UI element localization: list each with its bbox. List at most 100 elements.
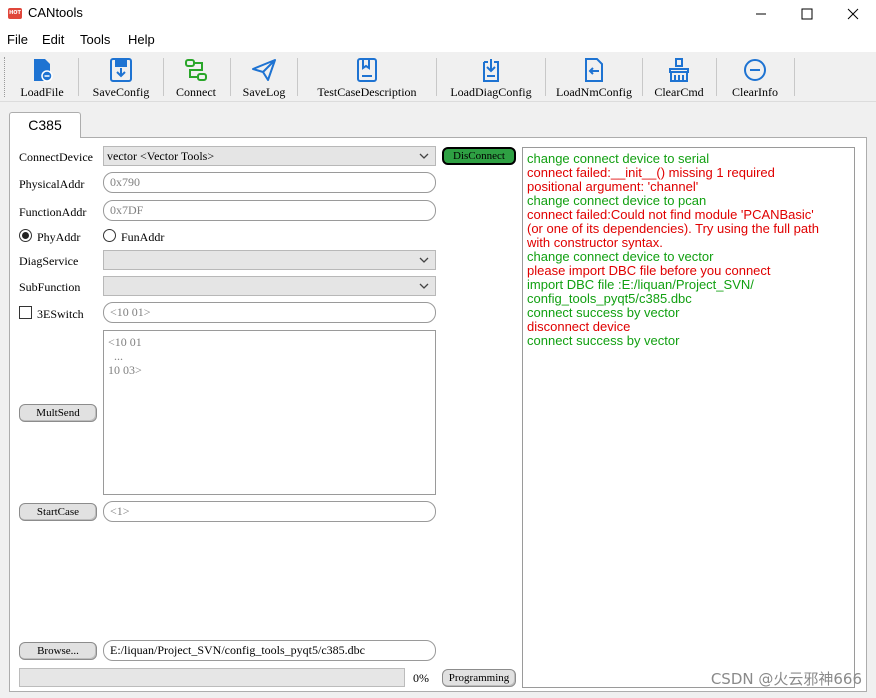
switch-3e-input[interactable]: <10 01>: [103, 302, 436, 323]
toolbar-separator: [642, 58, 643, 96]
switch-3e-label: 3ESwitch: [37, 307, 84, 321]
connect-label: Connect: [176, 85, 216, 99]
fun-addr-label: FunAddr: [121, 230, 165, 244]
start-case-button[interactable]: StartCase: [19, 503, 97, 521]
clear-info-button[interactable]: ClearInfo: [722, 54, 788, 100]
test-case-description-label: TestCaseDescription: [317, 85, 417, 99]
close-button[interactable]: [830, 0, 876, 28]
log-line: connect success by vector: [527, 333, 680, 348]
minimize-button[interactable]: [738, 0, 784, 28]
log-line: change connect device to serial: [527, 151, 710, 166]
title-bar: HOT CANtools: [0, 0, 876, 28]
tab-c385[interactable]: C385: [9, 112, 81, 138]
connect-button[interactable]: Connect: [170, 54, 222, 100]
save-config-label: SaveConfig: [92, 85, 150, 99]
function-addr-label: FunctionAddr: [19, 205, 87, 219]
load-nm-config-label: LoadNmConfig: [556, 85, 632, 99]
log-line: config_tools_pyqt5/c385.dbc: [527, 291, 692, 306]
connect-device-select[interactable]: vector <Vector Tools>: [103, 146, 436, 166]
fun-addr-radio[interactable]: [103, 229, 116, 242]
load-nm-config-button[interactable]: LoadNmConfig: [552, 54, 636, 100]
toolbar-separator: [78, 58, 79, 96]
maximize-button[interactable]: [784, 0, 830, 28]
load-nm-icon: [585, 58, 603, 82]
clear-info-label: ClearInfo: [732, 85, 778, 99]
close-icon: [847, 8, 859, 20]
multi-send-textarea[interactable]: <10 01 ... 10 03>: [103, 330, 436, 495]
menu-help[interactable]: Help: [128, 32, 155, 47]
log-line: change connect device to vector: [527, 249, 714, 264]
start-case-input[interactable]: <1>: [103, 501, 436, 522]
progress-bar: [19, 668, 405, 687]
paper-plane-icon: [252, 59, 276, 81]
phy-addr-label: PhyAddr: [37, 230, 81, 244]
clear-cmd-label: ClearCmd: [654, 85, 704, 99]
watermark: CSDN @火云邪神666: [710, 670, 862, 688]
log-line: connect failed:Could not find module 'PC…: [527, 207, 814, 222]
load-file-button[interactable]: LoadFile: [14, 54, 70, 100]
programming-button[interactable]: Programming: [442, 669, 516, 687]
chevron-down-icon: [419, 283, 429, 289]
toolbar-separator: [297, 58, 298, 96]
sub-function-select[interactable]: [103, 276, 436, 296]
save-log-button[interactable]: SaveLog: [238, 54, 290, 100]
log-line: with constructor syntax.: [527, 235, 663, 250]
save-log-label: SaveLog: [242, 85, 286, 99]
toolbar-separator: [716, 58, 717, 96]
connect-icon: [185, 59, 207, 81]
log-line: (or one of its dependencies). Try using …: [527, 221, 819, 236]
progress-text: 0%: [413, 671, 429, 685]
phy-addr-radio[interactable]: [19, 229, 32, 242]
log-line: positional argument: 'channel': [527, 179, 699, 194]
minimize-icon: [756, 13, 766, 15]
mult-send-button[interactable]: MultSend: [19, 404, 97, 422]
save-config-icon: [110, 58, 132, 82]
log-line: please import DBC file before you connec…: [527, 263, 771, 278]
menu-edit[interactable]: Edit: [42, 32, 64, 47]
log-line: import DBC file :E:/liquan/Project_SVN/: [527, 277, 754, 292]
connect-device-value: vector <Vector Tools>: [107, 149, 215, 163]
switch-3e-checkbox[interactable]: [19, 306, 32, 319]
log-line: connect failed:__init__() missing 1 requ…: [527, 165, 775, 180]
toolbar: LoadFile SaveConfig Connect SaveLog Test…: [0, 52, 876, 102]
browse-button[interactable]: Browse...: [19, 642, 97, 660]
menu-tools[interactable]: Tools: [80, 32, 110, 47]
function-addr-input[interactable]: 0x7DF: [103, 200, 436, 221]
broom-icon: [669, 58, 689, 82]
maximize-icon: [801, 8, 813, 20]
load-diag-config-label: LoadDiagConfig: [450, 85, 532, 99]
toolbar-separator: [545, 58, 546, 96]
log-line: disconnect device: [527, 319, 631, 334]
test-case-description-button[interactable]: TestCaseDescription: [305, 54, 429, 100]
toolbar-grip[interactable]: [4, 57, 7, 97]
chevron-down-icon: [419, 257, 429, 263]
toolbar-separator: [230, 58, 231, 96]
diag-service-select[interactable]: [103, 250, 436, 270]
save-config-button[interactable]: SaveConfig: [86, 54, 156, 100]
load-file-label: LoadFile: [20, 85, 64, 99]
load-file-icon: [34, 59, 53, 82]
dbc-path-input[interactable]: E:/liquan/Project_SVN/config_tools_pyqt5…: [103, 640, 436, 661]
clear-cmd-button[interactable]: ClearCmd: [650, 54, 708, 100]
chevron-down-icon: [419, 153, 429, 159]
connect-device-label: ConnectDevice: [19, 150, 93, 164]
window-title: CANtools: [28, 5, 83, 20]
disconnect-button[interactable]: DisConnect: [442, 147, 516, 165]
toolbar-separator: [794, 58, 795, 96]
log-line: connect success by vector: [527, 305, 680, 320]
physical-addr-label: PhysicalAddr: [19, 177, 85, 191]
load-diag-icon: [483, 59, 499, 82]
physical-addr-input[interactable]: 0x790: [103, 172, 436, 193]
menu-bar: File Edit Tools Help: [0, 28, 876, 52]
diag-service-label: DiagService: [19, 254, 79, 268]
log-line: change connect device to pcan: [527, 193, 707, 208]
toolbar-separator: [436, 58, 437, 96]
info-log[interactable]: change connect device to serial connect f…: [522, 147, 855, 688]
app-icon: HOT: [8, 8, 22, 19]
menu-file[interactable]: File: [7, 32, 28, 47]
book-icon: [357, 58, 377, 82]
load-diag-config-button[interactable]: LoadDiagConfig: [444, 54, 538, 100]
minus-circle-icon: [744, 59, 766, 81]
toolbar-separator: [163, 58, 164, 96]
sub-function-label: SubFunction: [19, 280, 81, 294]
